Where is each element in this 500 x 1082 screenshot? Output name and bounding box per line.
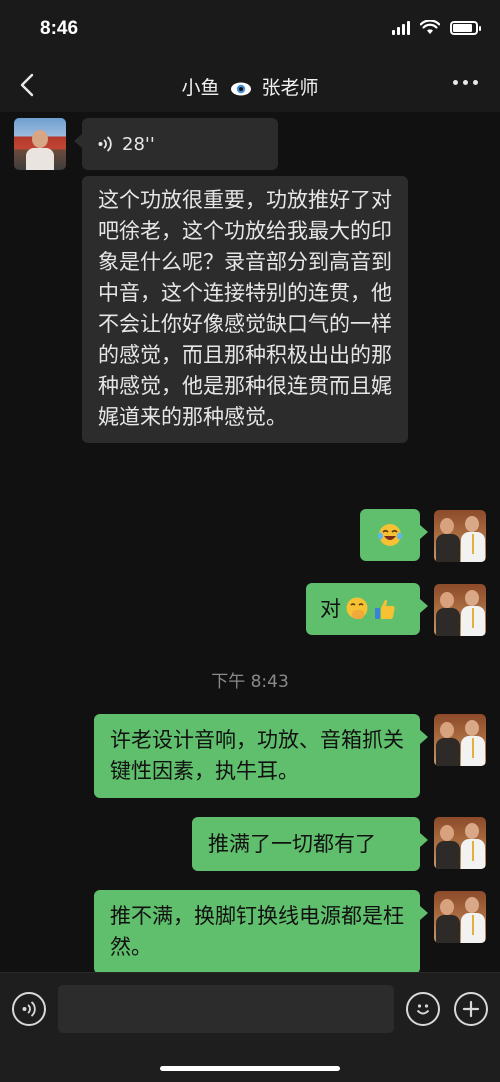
my-avatar[interactable] [434,817,486,869]
my-avatar[interactable] [434,510,486,562]
emoji-message-bubble[interactable] [360,509,428,561]
cellular-signal-icon [392,20,410,35]
text-message-bubble[interactable]: 推不满，换脚钉换线电源都是枉然。 [94,890,428,974]
message-input[interactable] [58,985,394,1033]
battery-icon [450,20,481,35]
voice-input-button[interactable] [12,992,46,1026]
laughing-tears-emoji [378,524,402,546]
message-timestamp: 下午 8:43 [211,672,289,692]
wifi-icon [420,20,440,34]
eye-emoji-icon [230,82,251,96]
title-name-left: 小鱼 [181,77,220,99]
thumbs-up-emoji [375,599,395,619]
message-text: 对 [320,596,341,621]
nav-bar: 小鱼 张老师 [0,60,500,112]
voice-transcription-bubble[interactable]: 这个功放很重要，功放推好了对吧徐老，这个功放给我最大的印象是什么呢？录音部分到高… [82,176,408,443]
text-message-bubble[interactable]: 对 [306,583,428,635]
status-time: 8:46 [40,18,79,39]
status-bar: 8:46 [0,0,500,60]
voice-wave-icon [22,1001,36,1017]
voice-message-bubble[interactable]: 28'' [74,118,278,170]
hand-over-mouth-emoji [346,597,368,619]
my-avatar[interactable] [434,891,486,943]
voice-wave-icon [98,136,112,152]
home-indicator [160,1066,340,1071]
emoji-button[interactable] [406,992,440,1026]
my-avatar[interactable] [434,714,486,766]
text-message-bubble[interactable]: 许老设计音响，功放、音箱抓关键性因素，执牛耳。 [94,714,428,798]
message-text: 推不满，换脚钉换线电源都是枉然。 [110,904,404,959]
chat-area[interactable]: 28'' 这个功放很重要，功放推好了对吧徐老，这个功放给我最大的印象是什么呢？录… [0,112,500,974]
more-dots-icon[interactable] [453,80,478,85]
status-icons [392,20,481,35]
chat-title: 小鱼 张老师 [0,73,500,100]
title-name-right: 张老师 [261,77,319,99]
smiley-icon [416,1004,430,1015]
voice-duration: 28'' [122,133,155,155]
transcription-text: 这个功放很重要，功放推好了对吧徐老，这个功放给我最大的印象是什么呢？录音部分到高… [98,188,392,429]
plus-icon [462,1000,480,1018]
text-message-bubble[interactable]: 推满了一切都有了 [192,817,428,871]
contact-avatar[interactable] [14,118,66,170]
my-avatar[interactable] [434,584,486,636]
message-text: 推满了一切都有了 [208,831,376,856]
add-button[interactable] [454,992,488,1026]
message-text: 许老设计音响，功放、音箱抓关键性因素，执牛耳。 [110,728,404,783]
